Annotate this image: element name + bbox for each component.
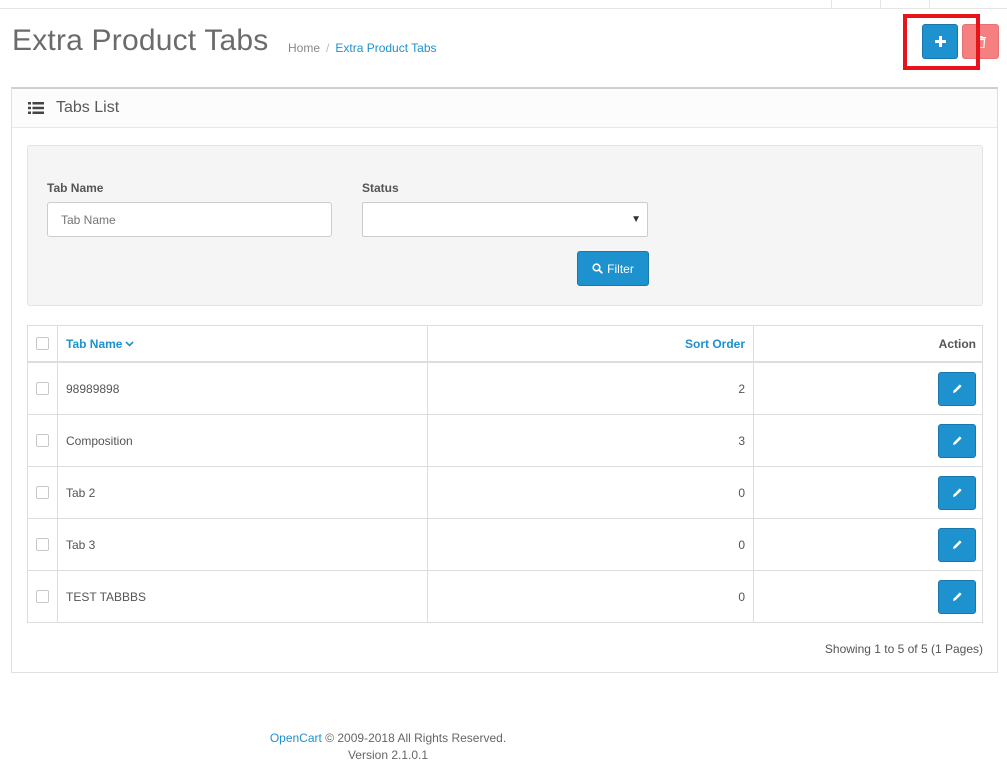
row-tab-name: TEST TABBBS bbox=[58, 571, 428, 622]
pencil-icon bbox=[952, 436, 962, 445]
row-tab-name: 98989898 bbox=[58, 363, 428, 414]
tabs-table: Tab Name Sort Order Action 98989898 2 Co… bbox=[27, 325, 983, 623]
row-checkbox[interactable] bbox=[36, 590, 49, 603]
plus-icon bbox=[934, 36, 946, 47]
row-action-cell bbox=[754, 415, 984, 466]
search-icon bbox=[592, 263, 604, 274]
table-row: TEST TABBBS 0 bbox=[28, 570, 982, 622]
row-sort-order: 0 bbox=[428, 571, 754, 622]
opencart-link[interactable]: OpenCart bbox=[270, 731, 322, 745]
row-tab-name: Tab 3 bbox=[58, 519, 428, 570]
footer-version: Version 2.1.0.1 bbox=[347, 748, 429, 762]
row-checkbox[interactable] bbox=[36, 538, 49, 551]
row-action-cell bbox=[754, 363, 984, 414]
table-header-row: Tab Name Sort Order Action bbox=[28, 326, 982, 362]
filter-button[interactable]: Filter bbox=[577, 251, 649, 286]
row-checkbox-cell bbox=[28, 571, 58, 622]
table-row: Composition 3 bbox=[28, 414, 982, 466]
edit-button[interactable] bbox=[938, 527, 976, 562]
row-action-cell bbox=[754, 571, 984, 622]
breadcrumb: Home / Extra Product Tabs bbox=[288, 41, 437, 55]
column-header-tab-name-label: Tab Name bbox=[66, 336, 123, 351]
row-checkbox[interactable] bbox=[36, 382, 49, 395]
panel-title: Tabs List bbox=[56, 99, 120, 116]
column-header-sort-order[interactable]: Sort Order bbox=[428, 326, 754, 361]
navbar-divider bbox=[880, 0, 881, 9]
row-checkbox-cell bbox=[28, 363, 58, 414]
filter-section: Tab Name Status ▼ Filter bbox=[27, 145, 983, 306]
table-row: 98989898 2 bbox=[28, 362, 982, 414]
breadcrumb-separator: / bbox=[326, 41, 330, 55]
breadcrumb-extra-product-tabs[interactable]: Extra Product Tabs bbox=[335, 41, 436, 55]
add-new-button[interactable] bbox=[922, 24, 958, 59]
navbar-divider bbox=[831, 0, 832, 9]
row-checkbox-cell bbox=[28, 519, 58, 570]
edit-button[interactable] bbox=[938, 579, 976, 614]
page-footer: OpenCart © 2009-2018 All Rights Reserved… bbox=[0, 730, 776, 764]
row-checkbox-cell bbox=[28, 415, 58, 466]
pencil-icon bbox=[952, 540, 962, 549]
tabs-list-panel: Tabs List Tab Name Status ▼ Filter Tab N… bbox=[11, 87, 998, 673]
row-sort-order: 2 bbox=[428, 363, 754, 414]
row-action-cell bbox=[754, 467, 984, 518]
edit-button[interactable] bbox=[938, 371, 976, 406]
status-label: Status bbox=[362, 181, 399, 195]
edit-button[interactable] bbox=[938, 475, 976, 510]
pencil-icon bbox=[952, 488, 962, 497]
panel-heading: Tabs List bbox=[12, 89, 997, 128]
column-header-action: Action bbox=[938, 336, 976, 351]
row-tab-name: Composition bbox=[58, 415, 428, 466]
breadcrumb-home[interactable]: Home bbox=[288, 41, 320, 55]
table-row: Tab 2 0 bbox=[28, 466, 982, 518]
pencil-icon bbox=[952, 592, 962, 601]
row-sort-order: 0 bbox=[428, 519, 754, 570]
delete-button[interactable] bbox=[962, 24, 999, 59]
row-sort-order: 0 bbox=[428, 467, 754, 518]
page-title: Extra Product Tabs bbox=[12, 24, 269, 57]
footer-copyright-line: OpenCart © 2009-2018 All Rights Reserved… bbox=[0, 730, 776, 747]
row-action-cell bbox=[754, 519, 984, 570]
row-tab-name: Tab 2 bbox=[58, 467, 428, 518]
trash-icon bbox=[975, 35, 986, 48]
row-checkbox[interactable] bbox=[36, 486, 49, 499]
row-checkbox-cell bbox=[28, 467, 58, 518]
list-icon bbox=[28, 102, 44, 114]
status-select[interactable]: ▼ bbox=[362, 202, 648, 237]
chevron-down-icon bbox=[125, 340, 135, 347]
select-all-checkbox[interactable] bbox=[36, 337, 49, 350]
top-navbar bbox=[0, 0, 1007, 9]
row-checkbox[interactable] bbox=[36, 434, 49, 447]
footer-copyright: © 2009-2018 All Rights Reserved. bbox=[325, 731, 507, 745]
table-row: Tab 3 0 bbox=[28, 518, 982, 570]
navbar-divider bbox=[929, 0, 930, 9]
column-header-tab-name[interactable]: Tab Name bbox=[58, 326, 428, 361]
tab-name-label: Tab Name bbox=[47, 181, 104, 195]
edit-button[interactable] bbox=[938, 423, 976, 458]
pencil-icon bbox=[952, 384, 962, 393]
row-sort-order: 3 bbox=[428, 415, 754, 466]
pagination-summary: Showing 1 to 5 of 5 (1 Pages) bbox=[824, 642, 983, 656]
tab-name-input[interactable] bbox=[47, 202, 332, 237]
caret-down-icon: ▼ bbox=[631, 214, 641, 225]
filter-button-label: Filter bbox=[607, 261, 634, 276]
select-all-cell bbox=[28, 326, 58, 361]
